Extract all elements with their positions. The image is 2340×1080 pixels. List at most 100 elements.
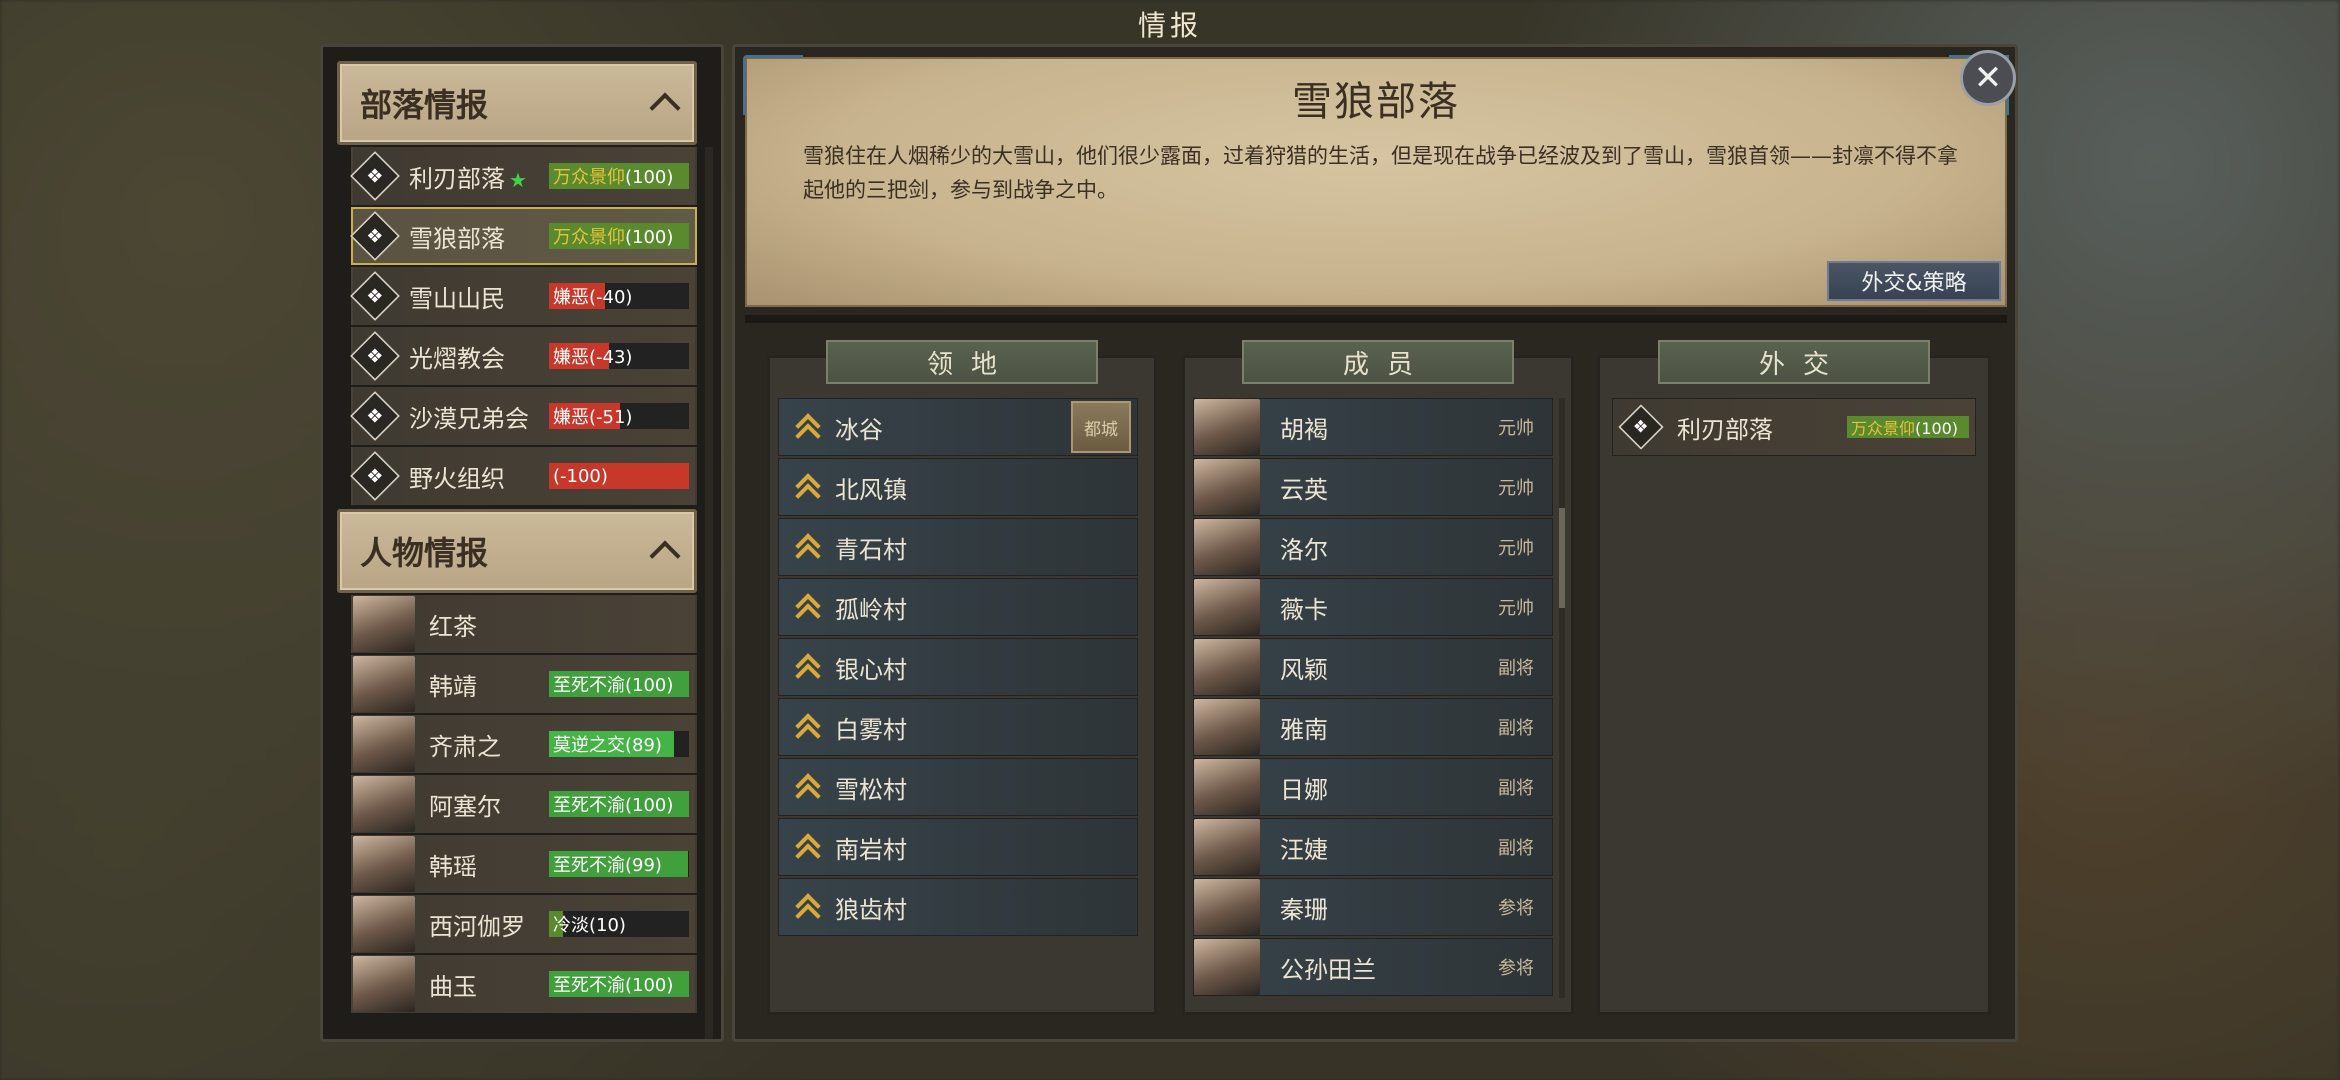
status-label: 万众景仰 — [1851, 419, 1916, 438]
territory-name: 冰谷 — [835, 415, 883, 444]
portrait — [353, 716, 415, 772]
status-label: 万众景仰 — [553, 227, 625, 248]
status-label: 万众景仰 — [553, 167, 625, 188]
member-row[interactable]: 公孙田兰 参将 — [1193, 938, 1553, 996]
tribe-row[interactable]: ❖ 雪山山民 嫌恶(-40) — [350, 267, 697, 325]
people-list: 红茶 韩靖 至死不渝(100) 齐肃之 莫逆之交(89) 阿塞尔 至死不渝(100) 韩瑶 至死… — [337, 595, 697, 1013]
territory-row[interactable]: 狼齿村 — [778, 878, 1138, 936]
territory-row[interactable]: 雪松村 — [778, 758, 1138, 816]
chevron-rank-icon — [795, 713, 819, 741]
emblem-glyph: ❖ — [1633, 416, 1649, 437]
faction-info-card: 雪狼部落 雪狼住在人烟稀少的大雪山，他们很少露面，过着狩猎的生活，但是现在战争已… — [743, 55, 2009, 307]
close-icon: ✕ — [1973, 58, 2003, 98]
status-text: 万众景仰(100) — [553, 163, 673, 189]
status-value: (-100) — [553, 465, 608, 487]
status-label: 至死不渝 — [553, 855, 625, 876]
left-panel: 部落情报 ❖ 利刃部落 ★ 万众景仰(100) ❖ 雪狼部落 万众景仰(100) ❖ 雪山山民嫌… — [320, 44, 724, 1042]
portrait — [1194, 399, 1260, 455]
person-row[interactable]: 曲玉 至死不渝(100) — [351, 955, 697, 1013]
status-text: 至死不渝(100) — [553, 791, 673, 817]
member-row[interactable]: 日娜 副将 — [1193, 758, 1553, 816]
person-name: 齐肃之 — [429, 732, 501, 761]
status-label: 至死不渝 — [553, 675, 625, 696]
member-row[interactable]: 风颖 副将 — [1193, 638, 1553, 696]
favorite-star-icon: ★ — [509, 167, 527, 192]
member-row[interactable]: 雅南 副将 — [1193, 698, 1553, 756]
relation-badge: 冷淡(10) — [549, 911, 689, 937]
member-rank: 副将 — [1498, 658, 1534, 679]
person-name: 韩靖 — [429, 672, 477, 701]
person-row[interactable]: 韩靖 至死不渝(100) — [351, 655, 697, 713]
territory-row[interactable]: 银心村 — [778, 638, 1138, 696]
tribe-row[interactable]: ❖ 雪狼部落 万众景仰(100) — [350, 207, 697, 265]
tribe-name: 利刃部落 ★ — [409, 164, 527, 193]
emblem-glyph: ❖ — [366, 164, 384, 188]
territory-row[interactable]: 冰谷 都城 — [778, 398, 1138, 456]
tribe-row[interactable]: ❖ 利刃部落 ★ 万众景仰(100) — [350, 147, 697, 205]
relation-badge: 至死不渝(100) — [549, 791, 689, 817]
members-column: 成员 胡褐 元帅 云英 元帅 洛尔 元帅 薇卡 元帅 风颖 副将 雅南 副将 日娜 副将 汪婕 副将 秦珊 参将公… — [1182, 340, 1574, 1015]
status-text: 嫌恶(-43) — [553, 343, 632, 369]
mountain-emblem-icon: ❖ — [350, 271, 400, 321]
diplomacy-header: 外交 — [1658, 340, 1930, 384]
tribe-row[interactable]: ❖ 野火组织 (-100) — [350, 447, 697, 505]
status-value: (100) — [625, 675, 674, 696]
member-list: 胡褐 元帅 云英 元帅 洛尔 元帅 薇卡 元帅 风颖 副将 雅南 副将 日娜 副将 汪婕 副将 秦珊 参将 公孙田兰… — [1193, 398, 1563, 1004]
relation-badge: 万众景仰(100) — [549, 163, 689, 189]
member-row[interactable]: 汪婕 副将 — [1193, 818, 1553, 876]
portrait — [353, 596, 415, 652]
person-row[interactable]: 西河伽罗 冷淡(10) — [351, 895, 697, 953]
status-value: (100) — [625, 167, 674, 188]
people-section-header[interactable]: 人物情报 — [337, 509, 697, 593]
chevron-up-icon — [649, 92, 681, 124]
tribe-name: 雪山山民 — [409, 284, 505, 313]
main-panel: 雪狼部落 雪狼住在人烟稀少的大雪山，他们很少露面，过着狩猎的生活，但是现在战争已… — [732, 44, 2018, 1042]
territory-name: 狼齿村 — [835, 895, 907, 924]
members-scrollbar[interactable] — [1559, 398, 1565, 998]
diplomacy-faction-name: 利刃部落 — [1677, 415, 1773, 444]
tribe-row[interactable]: ❖ 光熠教会 嫌恶(-43) — [350, 327, 697, 385]
close-button[interactable]: ✕ — [1960, 50, 2016, 106]
left-scrollbar[interactable] — [705, 147, 713, 1039]
emblem-glyph: ❖ — [366, 344, 384, 368]
relation-badge: 至死不渝(100) — [549, 971, 689, 997]
member-row[interactable]: 秦珊 参将 — [1193, 878, 1553, 936]
person-name: 曲玉 — [429, 972, 477, 1001]
member-rank: 元帅 — [1498, 418, 1534, 439]
member-rank: 元帅 — [1498, 598, 1534, 619]
relation-badge: 至死不渝(100) — [549, 671, 689, 697]
person-row[interactable]: 韩瑶 至死不渝(99) — [351, 835, 697, 893]
diplomacy-strategy-button[interactable]: 外交&策略 — [1827, 261, 2001, 301]
scroll-thumb[interactable] — [1559, 508, 1565, 608]
relation-badge: (-100) — [549, 463, 689, 489]
member-row[interactable]: 云英 元帅 — [1193, 458, 1553, 516]
portrait — [1194, 759, 1260, 815]
diplomacy-row[interactable]: ❖ 利刃部落 万众景仰(100) — [1612, 398, 1976, 456]
chevron-rank-icon — [795, 773, 819, 801]
portrait — [1194, 639, 1260, 695]
territory-row[interactable]: 北风镇 — [778, 458, 1138, 516]
territory-row[interactable]: 白雾村 — [778, 698, 1138, 756]
chevron-rank-icon — [795, 833, 819, 861]
person-row[interactable]: 阿塞尔 至死不渝(100) — [351, 775, 697, 833]
spiral-emblem-icon: ❖ — [350, 151, 400, 201]
person-row[interactable]: 齐肃之 莫逆之交(89) — [351, 715, 697, 773]
member-row[interactable]: 薇卡 元帅 — [1193, 578, 1553, 636]
territory-row[interactable]: 青石村 — [778, 518, 1138, 576]
territory-name: 孤岭村 — [835, 595, 907, 624]
portrait — [353, 836, 415, 892]
member-name: 洛尔 — [1280, 535, 1328, 564]
tribe-row[interactable]: ❖ 沙漠兄弟会 嫌恶(-51) — [350, 387, 697, 445]
status-text: 至死不渝(100) — [553, 671, 673, 697]
member-rank: 参将 — [1498, 958, 1534, 979]
portrait — [1194, 819, 1260, 875]
territory-row[interactable]: 孤岭村 — [778, 578, 1138, 636]
member-row[interactable]: 洛尔 元帅 — [1193, 518, 1553, 576]
person-row[interactable]: 红茶 — [351, 595, 697, 653]
member-row[interactable]: 胡褐 元帅 — [1193, 398, 1553, 456]
territory-row[interactable]: 南岩村 — [778, 818, 1138, 876]
members-header: 成员 — [1242, 340, 1514, 384]
tribe-name: 沙漠兄弟会 — [409, 404, 529, 433]
emblem-glyph: ❖ — [366, 284, 384, 308]
tribe-section-header[interactable]: 部落情报 — [337, 61, 697, 145]
